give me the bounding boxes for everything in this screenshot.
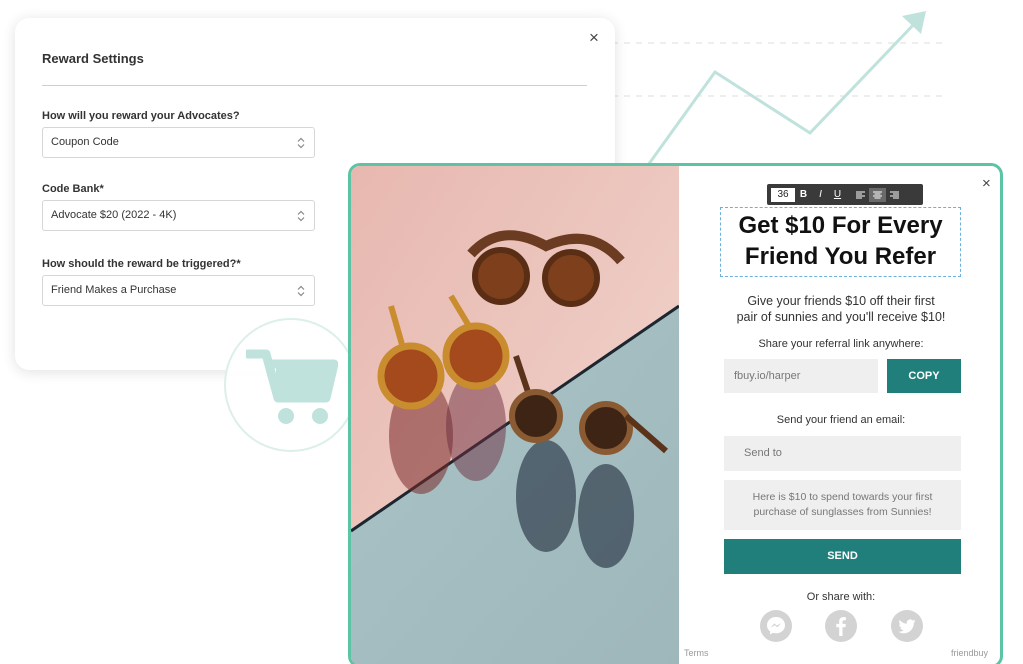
close-icon[interactable]: × bbox=[589, 28, 599, 48]
email-section-label: Send your friend an email: bbox=[776, 414, 906, 426]
or-share-label: Or share with: bbox=[806, 591, 876, 603]
reward-settings-title: Reward Settings bbox=[42, 51, 144, 66]
offer-line-2: pair of sunnies and you'll receive $10! bbox=[736, 310, 946, 324]
offer-description: Give your friends $10 off their first pa… bbox=[691, 293, 991, 325]
underline-button[interactable]: U bbox=[829, 189, 846, 200]
email-message-field[interactable]: Here is $10 to spend towards your first … bbox=[724, 480, 961, 530]
send-to-input[interactable]: Send to bbox=[724, 436, 961, 471]
align-left-icon[interactable] bbox=[852, 188, 869, 202]
message-line-1: Here is $10 to spend towards your first bbox=[752, 491, 933, 503]
headline-line-1: Get $10 For Every bbox=[738, 212, 943, 239]
align-right-icon[interactable] bbox=[886, 188, 903, 202]
cart-decoration bbox=[224, 318, 358, 452]
trend-arrow-head bbox=[902, 11, 926, 34]
select-arrows-icon bbox=[297, 137, 305, 149]
select-arrows-icon bbox=[297, 285, 305, 297]
close-icon[interactable]: × bbox=[982, 175, 991, 192]
settings-divider bbox=[42, 85, 587, 86]
select-arrows-icon bbox=[297, 210, 305, 222]
shopping-cart-icon bbox=[246, 349, 338, 424]
trigger-label: How should the reward be triggered?* bbox=[42, 258, 241, 270]
twitter-icon[interactable] bbox=[891, 610, 923, 642]
align-center-icon[interactable] bbox=[869, 187, 886, 202]
trigger-value: Friend Makes a Purchase bbox=[51, 284, 177, 296]
headline-line-2: Friend You Refer bbox=[744, 243, 937, 270]
share-link-label: Share your referral link anywhere: bbox=[758, 338, 924, 350]
reward-type-select[interactable]: Coupon Code bbox=[42, 127, 315, 158]
font-size-input[interactable]: 36 bbox=[771, 187, 795, 202]
bold-button[interactable]: B bbox=[795, 189, 812, 200]
offer-line-1: Give your friends $10 off their first bbox=[747, 294, 935, 308]
headline[interactable]: Get $10 For Every Friend You Refer bbox=[720, 207, 961, 277]
italic-button[interactable]: I bbox=[812, 189, 829, 200]
referral-link-field[interactable]: fbuy.io/harper bbox=[724, 359, 878, 393]
trigger-select[interactable]: Friend Makes a Purchase bbox=[42, 275, 315, 306]
brand-label: friendbuy bbox=[951, 648, 989, 658]
facebook-icon[interactable] bbox=[825, 610, 857, 642]
sunglasses-photo bbox=[351, 166, 679, 664]
copy-button[interactable]: COPY bbox=[887, 359, 961, 393]
message-line-2: purchase of sunglasses from Sunnies! bbox=[753, 506, 932, 518]
code-bank-label: Code Bank* bbox=[42, 183, 104, 195]
code-bank-value: Advocate $20 (2022 - 4K) bbox=[51, 209, 177, 221]
reward-type-value: Coupon Code bbox=[51, 136, 119, 148]
code-bank-select[interactable]: Advocate $20 (2022 - 4K) bbox=[42, 200, 315, 231]
text-format-toolbar: 36 B I U bbox=[767, 184, 923, 205]
referral-widget: × 36 B I U Get $10 For Every Friend You … bbox=[348, 163, 1003, 664]
reward-type-label: How will you reward your Advocates? bbox=[42, 110, 240, 122]
send-button[interactable]: SEND bbox=[724, 539, 961, 574]
terms-link[interactable]: Terms bbox=[684, 648, 709, 658]
messenger-icon[interactable] bbox=[760, 610, 792, 642]
